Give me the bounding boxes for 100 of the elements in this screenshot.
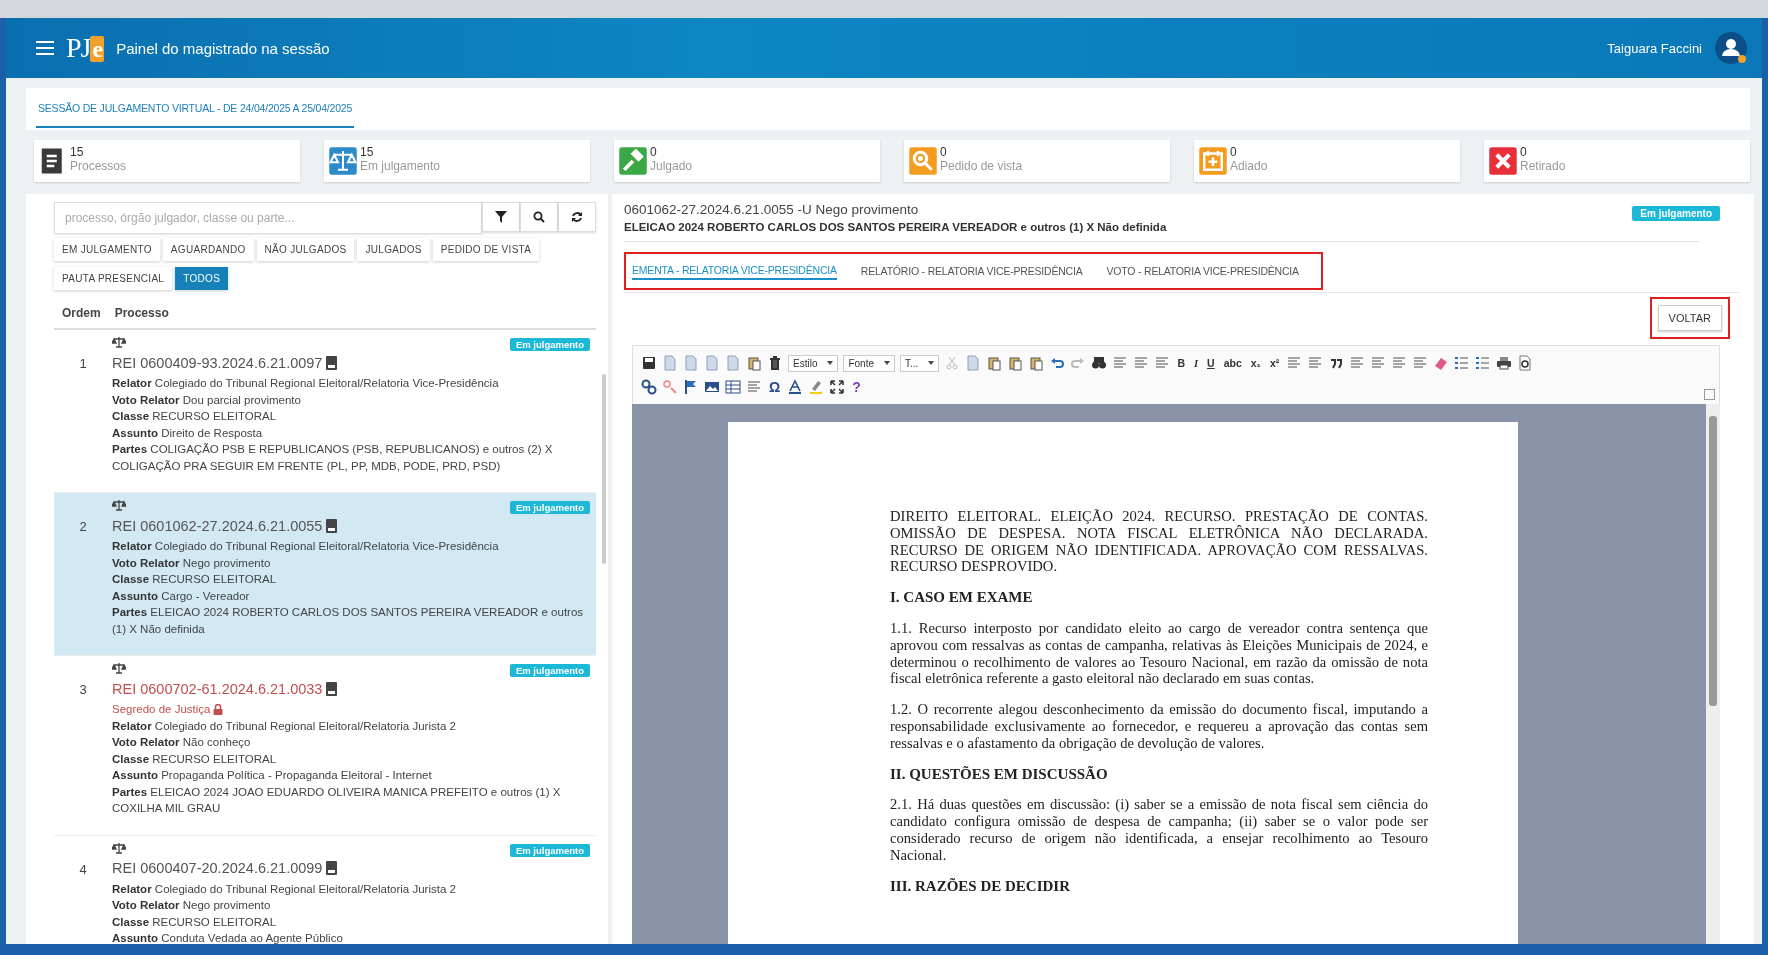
scrollbar[interactable] [602, 374, 606, 564]
book-icon[interactable] [326, 355, 338, 370]
process-number[interactable]: REI 0601062-27.2024.6.21.0055 [112, 517, 323, 534]
stat-card[interactable]: 0 Adiado [1194, 140, 1460, 182]
flag-icon[interactable] [683, 379, 699, 395]
format-button[interactable]: B [1175, 357, 1187, 369]
maximize-icon[interactable] [829, 379, 846, 395]
filter-chip[interactable]: TODOS [175, 267, 229, 290]
format-button[interactable]: Ω [767, 379, 783, 395]
secret-label: Segredo de Justiça [112, 702, 211, 717]
scrollbar[interactable] [1706, 404, 1720, 944]
filter-button[interactable] [482, 202, 520, 232]
format-button[interactable]: x₁ [1248, 357, 1263, 369]
book-icon[interactable] [326, 861, 338, 876]
stat-label: Julgado [650, 159, 693, 173]
caret-icon [928, 361, 935, 365]
order-number: 3 [78, 681, 88, 699]
caret-icon [884, 361, 891, 365]
preview-icon[interactable] [1517, 355, 1534, 371]
stat-label: Processos [70, 159, 127, 173]
stat-card[interactable]: 0 Julgado [614, 140, 880, 182]
status-badge: Em julgamento [509, 338, 590, 351]
paste-icon[interactable] [1028, 355, 1045, 371]
scales-icon [112, 662, 126, 674]
document-tab[interactable]: RELATÓRIO - RELATORIA VICE-PRESIDÊNCIA [860, 262, 1083, 280]
process-field: Partes ELEICAO 2024 ROBERTO CARLOS DOS SANTOS PEREIRA VEREADOR e outros (1) X Não definida [112, 604, 592, 637]
process-item[interactable] [54, 493, 596, 656]
toolbar-dropdown[interactable]: T... [900, 354, 940, 372]
filter-chip[interactable]: PAUTA PRESENCIAL [54, 267, 173, 290]
filter-chip[interactable]: NÃO JULGADOS [256, 238, 355, 261]
text-lines-icon[interactable] [1133, 355, 1150, 371]
stat-card[interactable]: 0 Retirado [1484, 140, 1750, 182]
format-button[interactable]: abc [1221, 357, 1244, 369]
bulleted-list-icon[interactable] [1475, 355, 1492, 371]
binoculars-icon[interactable] [1091, 355, 1108, 371]
stat-label: Retirado [1520, 159, 1566, 173]
stat-label: Pedido de vista [940, 159, 1023, 173]
clipboard-icon[interactable] [746, 355, 762, 371]
format-button[interactable]: x² [1267, 357, 1282, 369]
process-number[interactable]: REI 0600407-20.2024.6.21.0099 [112, 860, 323, 877]
toolbar-dropdown[interactable]: Fonte [843, 354, 896, 372]
image-icon[interactable] [704, 379, 720, 395]
process-field: Relator Colegiado do Tribunal Regional Eleitoral/Relatoria Vice-Presidência [112, 538, 592, 555]
filter-chip[interactable]: PEDIDO DE VISTA [432, 238, 540, 261]
search-field[interactable]: processo, órgão julgador, classe ou parte... [54, 202, 482, 234]
status-badge: Em julgamento [1632, 206, 1720, 221]
process-field: Classe RECURSO ELEITORAL [112, 913, 592, 930]
text-lines-icon[interactable] [746, 379, 762, 395]
stat-card[interactable]: 15 Em julgamento [324, 140, 590, 182]
stat-card[interactable]: 15 Processos [34, 140, 300, 182]
process-number[interactable]: REI 0600409-93.2024.6.21.0097 [112, 354, 323, 371]
process-field: Partes COLIGAÇÃO PSB E REPUBLICANOS (PSB, REPUBLICANOS) e outros (2) X COLIGAÇÃO PRA SEGUIR EM FRENTE (PL, PP, MDB, PODE, PRD, PSD) [112, 441, 592, 474]
filter-chip[interactable]: AGUARDANDO [162, 238, 254, 261]
session-tab[interactable]: SESSÃO DE JULGAMENTO VIRTUAL - DE 24/04/2025 A 25/04/2025 [36, 90, 355, 128]
paste-icon[interactable] [1007, 355, 1024, 371]
back-button[interactable]: VOLTAR [1657, 305, 1722, 331]
paragraph: 1.1. Recurso interposto por candidato eleito ao cargo de vereador contra sentença que aprovou com ressalvas as contas de campanha, relativas às Eleições Municipais de 2024, e determinou o recolhimento de valores ao Tesouro Nacional, em razão da omissão de nota fiscal eletrônica referente a gasto eleitoral não declarado em suas contas. [890, 620, 1428, 688]
stat-count: 0 [1230, 146, 1238, 159]
scales-icon [112, 336, 126, 348]
book-icon[interactable] [326, 681, 338, 696]
search-button[interactable] [520, 202, 558, 232]
link-icon[interactable] [641, 379, 657, 395]
format-button[interactable]: I [1191, 357, 1201, 369]
save-icon[interactable] [641, 355, 657, 371]
process-number[interactable]: REI 0600702-61.2024.6.21.0033 [112, 680, 323, 697]
process-field: Classe RECURSO ELEITORAL [112, 408, 592, 425]
menu-icon[interactable] [36, 41, 54, 55]
trash-icon[interactable] [767, 355, 783, 371]
eraser-icon[interactable] [1433, 355, 1450, 371]
book-icon[interactable] [326, 518, 338, 533]
paste-icon[interactable] [986, 355, 1003, 371]
avatar-icon[interactable] [1714, 31, 1748, 65]
toolbar-dropdown[interactable]: Estilo [788, 354, 839, 372]
numbered-list-icon[interactable] [1454, 355, 1471, 371]
table-icon[interactable] [725, 379, 741, 395]
page-title: Painel do magistrado na sessão [116, 39, 330, 57]
refresh-button[interactable] [558, 202, 596, 232]
process-field: Classe RECURSO ELEITORAL [112, 571, 592, 588]
process-field: Partes ELEICAO 2024 JOAO EDUARDO OLIVEIRA MANICA PREFEITO e outros (1) X COXILHA MIL GRAU [112, 783, 592, 817]
process-field: Relator Colegiado do Tribunal Regional Eleitoral/Relatoria Jurista 2 [112, 880, 592, 897]
filter-chip[interactable]: EM JULGAMENTO [54, 238, 160, 261]
stat-label: Em julgamento [360, 159, 441, 173]
stat-count: 15 [360, 146, 375, 159]
format-button[interactable]: U [1205, 357, 1217, 369]
font-color-icon[interactable] [787, 379, 804, 395]
collapse-toggle[interactable] [1704, 389, 1715, 400]
user-name[interactable]: Taiguara Faccini [1607, 40, 1702, 56]
process-parties: ELEICAO 2024 ROBERTO CARLOS DOS SANTOS PEREIRA VEREADOR e outros (1) X Não definida [624, 221, 1700, 242]
print-icon[interactable] [1496, 355, 1513, 371]
format-button[interactable]: ? [850, 379, 863, 395]
section-heading: III. RAZÕES DE DECIDIR [890, 877, 1072, 895]
filter-chip[interactable]: JULGADOS [357, 238, 430, 261]
undo-icon[interactable] [1049, 355, 1066, 371]
process-field: Assunto Conduta Vedada ao Agente Público [112, 930, 592, 944]
stat-card[interactable]: 0 Pedido de vista [904, 140, 1170, 182]
order-number: 1 [78, 355, 88, 373]
logo: PJe [66, 32, 105, 64]
document-tab[interactable]: EMENTA - RELATORIA VICE-PRESIDÊNCIA [632, 262, 837, 280]
document-tab[interactable]: VOTO - RELATORIA VICE-PRESIDÊNCIA [1106, 262, 1299, 280]
column-header: Processo [114, 306, 169, 320]
